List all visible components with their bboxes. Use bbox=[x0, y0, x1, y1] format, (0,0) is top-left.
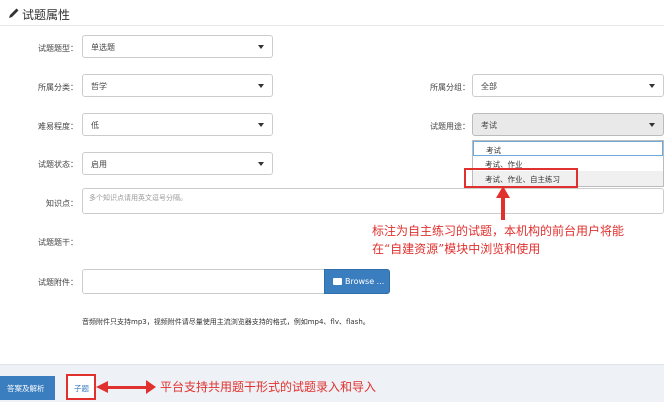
chevron-down-icon bbox=[258, 45, 264, 49]
practice-annotation-line: 标注为自主练习的试题，本机构的前台用户将能 bbox=[372, 224, 625, 238]
group-select-value: 全部 bbox=[481, 82, 497, 91]
chevron-down-icon bbox=[649, 84, 655, 88]
group-label: 所属分组： bbox=[430, 83, 470, 92]
status-select[interactable]: 启用 bbox=[82, 152, 273, 175]
difficulty-select-value: 低 bbox=[91, 121, 99, 130]
usage-select-value: 考试 bbox=[481, 121, 497, 130]
type-select[interactable]: 单选题 bbox=[82, 35, 273, 58]
status-label: 试题状态： bbox=[38, 160, 78, 169]
highlight-box bbox=[464, 168, 578, 188]
arrow-up-shaft bbox=[501, 190, 505, 220]
section-header: 试题属性 bbox=[0, 0, 664, 26]
practice-annotation: 标注为自主练习的试题，本机构的前台用户将能 在“自建资源”模块中浏览和使用 bbox=[372, 222, 624, 258]
folder-icon bbox=[333, 278, 342, 285]
chevron-down-icon bbox=[258, 84, 264, 88]
usage-option[interactable]: 考试 bbox=[473, 141, 663, 156]
difficulty-select[interactable]: 低 bbox=[82, 113, 273, 136]
chevron-down-icon bbox=[649, 123, 655, 127]
category-select[interactable]: 哲学 bbox=[82, 74, 273, 97]
attach-label: 试题附件： bbox=[38, 278, 78, 287]
section-title: 试题属性 bbox=[22, 8, 71, 22]
browse-label: Browse ... bbox=[345, 277, 385, 286]
group-select[interactable]: 全部 bbox=[472, 74, 664, 97]
answer-analysis-button[interactable]: 答案及解析 bbox=[0, 376, 55, 400]
stem-annotation: 平台支持共用题干形式的试题录入和导入 bbox=[160, 380, 377, 394]
sub-question-button[interactable]: 子题 bbox=[66, 374, 96, 400]
practice-annotation-line: 在“自建资源”模块中浏览和使用 bbox=[372, 242, 541, 256]
category-select-value: 哲学 bbox=[91, 82, 107, 91]
chevron-down-icon bbox=[258, 162, 264, 166]
arrow-left-shaft bbox=[104, 386, 148, 389]
category-label: 所属分类： bbox=[38, 83, 78, 92]
knowledge-label: 知识点： bbox=[46, 199, 78, 208]
attach-hint: 音频附件只支持mp3，视频附件请尽量使用主流浏览器支持的格式，例如mp4、flv… bbox=[82, 318, 370, 326]
status-select-value: 启用 bbox=[91, 160, 107, 169]
knowledge-placeholder: 多个知识点请用英文逗号分隔。 bbox=[89, 194, 187, 202]
arrow-right-icon bbox=[146, 380, 156, 394]
type-label: 试题题型： bbox=[38, 44, 78, 53]
knowledge-input[interactable]: 多个知识点请用英文逗号分隔。 bbox=[82, 188, 664, 214]
type-select-value: 单选题 bbox=[91, 43, 115, 52]
browse-button[interactable]: Browse ... bbox=[324, 269, 390, 294]
usage-label: 试题用途： bbox=[430, 122, 470, 131]
stem-label: 试题题干： bbox=[38, 238, 78, 247]
attach-file-input[interactable] bbox=[82, 269, 325, 294]
pencil-icon bbox=[9, 8, 19, 18]
usage-select[interactable]: 考试 bbox=[472, 113, 664, 136]
chevron-down-icon bbox=[258, 123, 264, 127]
difficulty-label: 难易程度： bbox=[38, 122, 78, 131]
